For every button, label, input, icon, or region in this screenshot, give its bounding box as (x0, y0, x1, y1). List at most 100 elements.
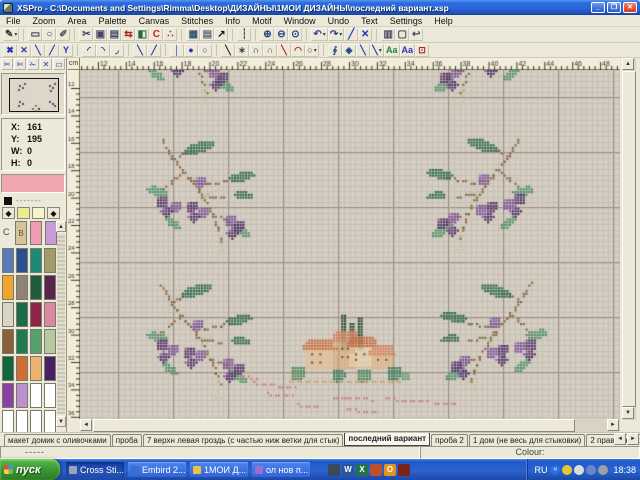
motif-stamp-tool[interactable]: ◧ (135, 28, 149, 41)
quicklaunch-word-icon[interactable]: W (342, 464, 354, 476)
tab-2[interactable]: 7 верхн левая гроздь (с частью ниж ветки… (143, 434, 344, 446)
menu-item-motif[interactable]: Motif (246, 16, 278, 26)
bead-tool[interactable]: ○ (198, 44, 212, 57)
half-stitch-forward-tool[interactable]: ╱ (45, 44, 59, 57)
menu-item-window[interactable]: Window (278, 16, 322, 26)
palette-swatch-r3c0[interactable] (2, 329, 14, 354)
v-scroll-thumb[interactable] (622, 71, 636, 407)
palette-swatch-r2c2[interactable] (30, 302, 42, 327)
select-freehand-tool[interactable]: ✐ (56, 28, 70, 41)
cut-tool[interactable]: ✂ (79, 28, 93, 41)
three-quarter-stitch-tool[interactable]: Y (59, 44, 73, 57)
sidebar-tool-1[interactable]: ✂ (1, 58, 13, 70)
taskbar-task-3[interactable]: ол нов п... (252, 462, 310, 477)
undo-button[interactable]: ↶▾ (311, 28, 327, 41)
sidebar-tool-5[interactable]: ▭ (53, 58, 65, 70)
dropdown-arrow-icon[interactable]: ▾ (314, 47, 317, 54)
tab-1[interactable]: проба (112, 434, 142, 446)
quicklaunch-app4-icon[interactable] (370, 464, 382, 476)
text-tool-large[interactable]: Aa (400, 44, 416, 57)
menu-item-settings[interactable]: Settings (384, 16, 429, 26)
mirror-tool[interactable]: ⇆ (121, 28, 135, 41)
palette-swatch-r5c0[interactable] (2, 383, 14, 408)
tab-3[interactable]: последний вариант (344, 432, 430, 446)
fly-stitch-tool[interactable]: ∩ (249, 44, 263, 57)
palette-scroll-track[interactable] (57, 234, 65, 414)
taskbar-task-0[interactable]: Cross Sti... (66, 462, 124, 477)
tray-hide-icon[interactable]: « (550, 465, 560, 475)
zoom-out-button[interactable]: ⊖ (274, 28, 288, 41)
palette-swatch-r4c1[interactable] (16, 356, 28, 381)
minimize-button[interactable]: _ (591, 2, 605, 13)
palette-scroll-down[interactable]: ▼ (56, 416, 66, 427)
maximize-button[interactable]: ❐ (607, 2, 621, 13)
tab-4[interactable]: проба 2 (431, 434, 468, 446)
dropdown-arrow-icon[interactable]: ▾ (379, 47, 382, 54)
palette-swatch-r2c0[interactable] (2, 302, 14, 327)
taskbar-task-1[interactable]: Embird 2... (128, 462, 186, 477)
vertical-stitch-tool[interactable]: │ (170, 44, 184, 57)
quarter-stitch-br-tool[interactable]: ◞ (110, 44, 124, 57)
palette-swatch-r3c2[interactable] (30, 329, 42, 354)
palette-swatch-r0c2[interactable] (30, 248, 42, 273)
french-knot-tool[interactable]: ● (184, 44, 198, 57)
palette-swatch-r4c0[interactable] (2, 356, 14, 381)
start-button[interactable]: пуск (0, 459, 60, 480)
restore-button[interactable]: ↩ (409, 28, 423, 41)
backstitch-forward-tool[interactable]: ╱ (147, 44, 161, 57)
select-rect-tool[interactable]: ▭ (28, 28, 42, 41)
menu-item-file[interactable]: File (0, 16, 27, 26)
palette-swatch-r3c3[interactable] (44, 329, 56, 354)
current-color-swatch[interactable] (1, 174, 65, 193)
measure-tool[interactable]: ┆ (237, 28, 251, 41)
dropdown-arrow-icon[interactable]: ▾ (14, 31, 17, 38)
palette-b-swatch[interactable]: B (15, 221, 27, 245)
palette-swatch-r1c2[interactable] (30, 275, 42, 300)
palette-swatch-r2c1[interactable] (16, 302, 28, 327)
curve-stitch-tool[interactable]: ◠ (291, 44, 305, 57)
current-stitch-swatch[interactable] (4, 197, 12, 205)
accent-swatch-2[interactable] (32, 207, 45, 219)
tray-icon-4[interactable] (586, 465, 596, 475)
palette-swatch-r5c2[interactable] (30, 383, 42, 408)
pattern-fill-tool[interactable]: ◈ (342, 44, 356, 57)
scroll-left-button[interactable]: ◄ (80, 419, 92, 431)
accent-diamond-button-3[interactable]: ◆ (47, 207, 60, 219)
copy-tool[interactable]: ▣ (93, 28, 107, 41)
quicklaunch-excel-icon[interactable]: X (356, 464, 368, 476)
lazy-daisy-tool[interactable]: ∩ (263, 44, 277, 57)
sidebar-tool-2[interactable]: ✄ (14, 58, 26, 70)
pencil-tool[interactable]: ✎▾ (3, 28, 19, 41)
tray-icon-2[interactable] (562, 465, 572, 475)
close-button[interactable]: ✕ (623, 2, 637, 13)
v-scrollbar[interactable]: ▲ ▼ (622, 58, 636, 420)
menu-item-stitches[interactable]: Stitches (175, 16, 219, 26)
straight-stitch-tool[interactable]: ╲ (221, 44, 235, 57)
long-stitch-tool[interactable]: ╲ (277, 44, 291, 57)
stitch-canvas[interactable] (80, 70, 620, 419)
menu-item-text[interactable]: Text (355, 16, 384, 26)
menu-item-zoom[interactable]: Zoom (27, 16, 62, 26)
taskbar-task-2[interactable]: 1МОИ Д... (190, 462, 248, 477)
thick-line-tool[interactable]: ╲ (356, 44, 370, 57)
thick-line-options-tool[interactable]: ╲▾ (370, 44, 384, 57)
sheet-view-button[interactable]: ▤ (200, 28, 214, 41)
menu-item-undo[interactable]: Undo (322, 16, 356, 26)
tray-icon-5[interactable] (598, 465, 608, 475)
import-button[interactable]: ▥ (381, 28, 395, 41)
palette-swatch-r0c1[interactable] (16, 248, 28, 273)
h-scroll-thumb[interactable] (93, 419, 575, 432)
palette-swatch-r1c1[interactable] (16, 275, 28, 300)
tab-scroll-right[interactable]: ► (627, 433, 639, 445)
double-cross-stitch-tool[interactable]: ✕ (17, 44, 31, 57)
palette-swatch-r1c3[interactable] (44, 275, 56, 300)
menu-item-area[interactable]: Area (62, 16, 93, 26)
palette-swatch-r5c3[interactable] (44, 383, 56, 408)
palette-swatch-r2c3[interactable] (44, 302, 56, 327)
select-area-tool[interactable]: ⊡ (415, 44, 429, 57)
line-tool[interactable]: ╱ (344, 28, 358, 41)
quarter-stitch-tr-tool[interactable]: ◝ (96, 44, 110, 57)
quarter-stitch-tl-tool[interactable]: ◜ (82, 44, 96, 57)
tab-scroll-left[interactable]: ◄ (614, 433, 626, 445)
palette-scroll-up[interactable]: ▲ (56, 221, 66, 232)
